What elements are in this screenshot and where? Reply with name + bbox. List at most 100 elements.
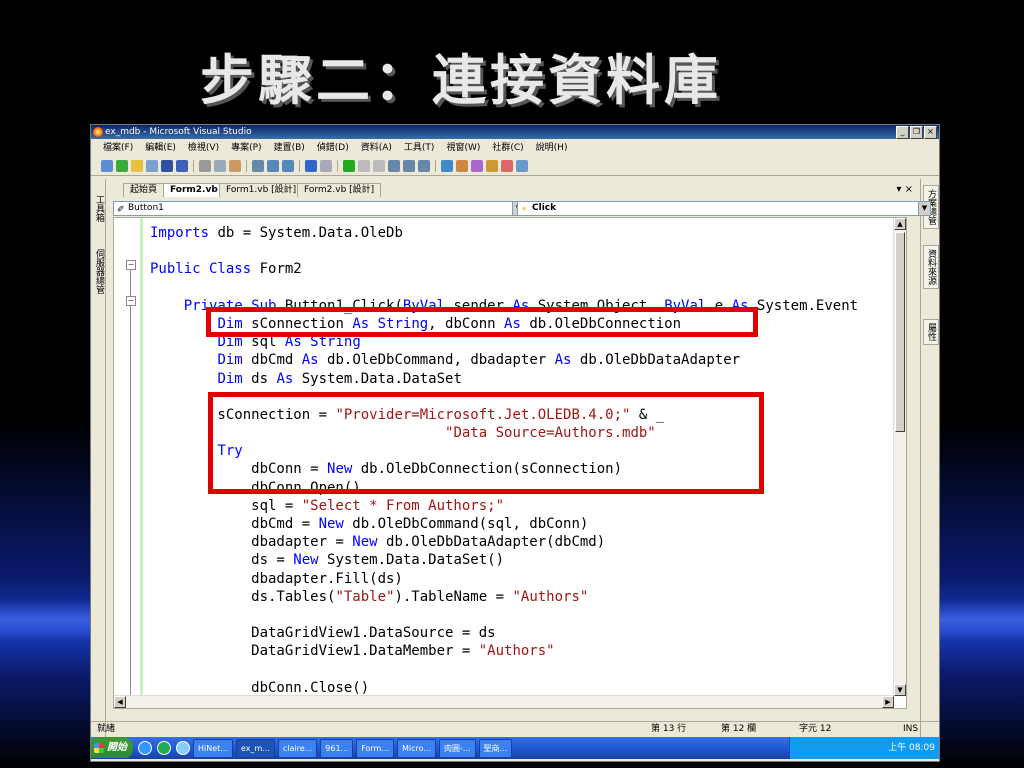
- taskbar-item[interactable]: 聖商...: [478, 738, 513, 758]
- object-dropdown[interactable]: ✐ Button1 ▼: [113, 201, 525, 216]
- uncomment-icon[interactable]: [282, 160, 294, 172]
- scroll-left-arrow[interactable]: ◀: [114, 696, 126, 708]
- undo-icon[interactable]: [305, 160, 317, 172]
- close-button[interactable]: ×: [924, 126, 937, 139]
- scroll-up-arrow[interactable]: ▲: [894, 218, 906, 230]
- minimize-button[interactable]: _: [896, 126, 909, 139]
- more-tools-icon[interactable]: [516, 160, 528, 172]
- tab-close-button[interactable]: ▾ ×: [896, 183, 913, 196]
- code-line[interactable]: [150, 279, 858, 297]
- cut-icon[interactable]: [199, 160, 211, 172]
- vertical-scroll-thumb[interactable]: [895, 232, 905, 432]
- open-file-icon[interactable]: [131, 160, 143, 172]
- code-line[interactable]: ds.Tables("Table").TableName = "Authors": [150, 588, 858, 606]
- collapse-sub-toggle[interactable]: −: [126, 296, 136, 306]
- toolbox-icon[interactable]: [486, 160, 498, 172]
- maximize-button[interactable]: ❐: [910, 126, 923, 139]
- toolbox-tab[interactable]: 工具箱: [93, 195, 106, 222]
- server-explorer-tab[interactable]: 伺服器總管: [93, 249, 106, 294]
- menu-build[interactable]: 建置(B): [274, 140, 305, 156]
- code-token: System.Data.DataSet: [293, 370, 462, 387]
- tab-form1-design[interactable]: Form1.vb [設計]: [219, 183, 304, 197]
- add-item-icon[interactable]: [116, 160, 128, 172]
- code-line[interactable]: Public Class Form2: [150, 260, 858, 278]
- button-component-icon: ✐: [117, 205, 125, 215]
- save-all-icon[interactable]: [176, 160, 188, 172]
- find-icon[interactable]: [252, 160, 264, 172]
- code-line[interactable]: dbadapter = New db.OleDbDataAdapter(dbCm…: [150, 533, 858, 551]
- step-over-icon[interactable]: [403, 160, 415, 172]
- horizontal-scrollbar[interactable]: ◀ ▶: [114, 695, 894, 708]
- add-new-item-icon[interactable]: [146, 160, 158, 172]
- taskbar-item[interactable]: Micro...: [396, 738, 436, 758]
- redo-icon[interactable]: [320, 160, 332, 172]
- taskbar-item[interactable]: 肉圓-...: [439, 738, 476, 758]
- scroll-down-arrow[interactable]: ▼: [894, 684, 906, 696]
- scroll-right-arrow[interactable]: ▶: [882, 696, 894, 708]
- stop-icon[interactable]: [373, 160, 385, 172]
- code-line[interactable]: [150, 242, 858, 260]
- code-line[interactable]: Dim dbCmd As db.OleDbCommand, dbadapter …: [150, 351, 858, 369]
- step-into-icon[interactable]: [388, 160, 400, 172]
- properties-tab[interactable]: 屬性: [923, 319, 939, 345]
- taskbar-item[interactable]: Form...: [356, 738, 394, 758]
- menu-window[interactable]: 視窗(W): [446, 140, 480, 156]
- code-line[interactable]: DataGridView1.DataSource = ds: [150, 624, 858, 642]
- menu-tools[interactable]: 工具(T): [404, 140, 435, 156]
- tab-form2-design[interactable]: Form2.vb [設計]: [297, 183, 382, 197]
- start-button[interactable]: 開始: [91, 738, 133, 758]
- code-line[interactable]: sql = "Select * From Authors;": [150, 497, 858, 515]
- pause-icon[interactable]: [358, 160, 370, 172]
- media-player-icon[interactable]: [157, 741, 171, 755]
- code-line[interactable]: dbadapter.Fill(ds): [150, 570, 858, 588]
- code-line[interactable]: dbCmd = New db.OleDbCommand(sql, dbConn): [150, 515, 858, 533]
- solution-explorer-icon[interactable]: [441, 160, 453, 172]
- code-line[interactable]: DataGridView1.DataMember = "Authors": [150, 642, 858, 660]
- code-line[interactable]: [150, 661, 858, 679]
- vertical-scrollbar[interactable]: ▲ ▼: [893, 218, 906, 696]
- highlight-box-connection: [208, 392, 764, 494]
- step-out-icon[interactable]: [418, 160, 430, 172]
- menu-file[interactable]: 檔案(F): [103, 140, 133, 156]
- code-line[interactable]: [150, 606, 858, 624]
- taskbar-item[interactable]: 961...: [320, 738, 354, 758]
- code-token: db.OleDbCommand, dbadapter: [318, 352, 555, 369]
- taskbar-item[interactable]: ex_m...: [235, 738, 275, 758]
- code-token: ds =: [150, 552, 294, 569]
- menu-help[interactable]: 說明(H): [536, 140, 568, 156]
- clock[interactable]: 上午 08:09: [888, 743, 935, 753]
- tab-form2-vb[interactable]: Form2.vb: [163, 183, 225, 197]
- window-titlebar[interactable]: ex_mdb - Microsoft Visual Studio _ ❐ ×: [91, 125, 939, 139]
- data-sources-tab[interactable]: 資料來源: [923, 245, 939, 289]
- internet-explorer-icon[interactable]: [138, 741, 152, 755]
- code-keyword: Public Class: [150, 261, 252, 278]
- comment-icon[interactable]: [267, 160, 279, 172]
- code-line[interactable]: ds = New System.Data.DataSet(): [150, 551, 858, 569]
- menu-community[interactable]: 社群(C): [492, 140, 523, 156]
- properties-icon[interactable]: [456, 160, 468, 172]
- tab-start-page[interactable]: 起始頁: [123, 183, 165, 197]
- collapse-class-toggle[interactable]: −: [126, 260, 136, 270]
- code-line[interactable]: Dim ds As System.Data.DataSet: [150, 370, 858, 388]
- taskbar-item[interactable]: claire...: [277, 738, 318, 758]
- menu-project[interactable]: 專案(P): [231, 140, 261, 156]
- code-keyword: Dim: [217, 352, 243, 369]
- menu-edit[interactable]: 編輯(E): [145, 140, 176, 156]
- menu-debug[interactable]: 偵錯(D): [317, 140, 349, 156]
- object-browser-icon[interactable]: [471, 160, 483, 172]
- copy-icon[interactable]: [214, 160, 226, 172]
- menu-data[interactable]: 資料(A): [361, 140, 392, 156]
- show-desktop-icon[interactable]: [176, 741, 190, 755]
- start-page-icon[interactable]: [501, 160, 513, 172]
- start-debug-icon[interactable]: [343, 160, 355, 172]
- save-icon[interactable]: [161, 160, 173, 172]
- menu-view[interactable]: 檢視(V): [188, 140, 219, 156]
- chevron-down-icon[interactable]: ▼: [918, 202, 930, 215]
- new-project-icon[interactable]: [101, 160, 113, 172]
- taskbar-item[interactable]: HiNet...: [193, 738, 233, 758]
- paste-icon[interactable]: [229, 160, 241, 172]
- event-dropdown[interactable]: ⚡ Click ▼: [517, 201, 931, 216]
- code-line[interactable]: Imports db = System.Data.OleDb: [150, 224, 858, 242]
- code-navigation-bar: ✐ Button1 ▼ ⚡ Click ▼: [113, 201, 931, 216]
